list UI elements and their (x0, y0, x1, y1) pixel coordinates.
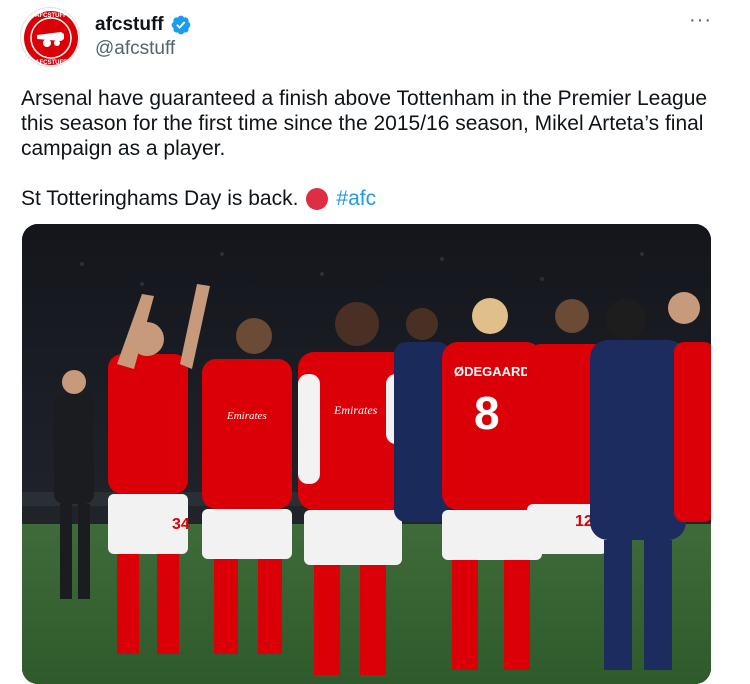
shirt-sponsor: Emirates (333, 403, 378, 417)
shirt-number-8: 8 (474, 387, 500, 439)
tweet-photo[interactable]: 34 Emirates Emirates ØDEGAARD 8 12 (22, 224, 711, 684)
shirt-sponsor: Emirates (226, 410, 267, 422)
shirt-number-34: 34 (172, 516, 190, 533)
more-options-icon[interactable]: ··· (689, 10, 712, 30)
display-name[interactable]: afcstuff (95, 14, 164, 36)
tweet-paragraph-2-text: St Totteringhams Day is back. (21, 187, 299, 210)
verified-badge-icon (171, 15, 191, 35)
author-name-row: afcstuff (95, 12, 192, 38)
svg-text:AFCSTUFF: AFCSTUFF (35, 60, 67, 66)
red-circle-icon (306, 187, 329, 210)
svg-text:AFCSTUFF: AFCSTUFF (35, 13, 67, 19)
player-name: ØDEGAARD (454, 364, 530, 379)
hashtag-link[interactable]: #afc (336, 186, 376, 211)
tweet-text: Arsenal have guaranteed a finish above T… (21, 86, 721, 211)
avatar[interactable]: AFCSTUFF AFCSTUFF (20, 7, 80, 67)
tweet-paragraph-1: Arsenal have guaranteed a finish above T… (21, 87, 708, 160)
afcstuff-logo-icon: AFCSTUFF AFCSTUFF (24, 11, 78, 66)
team-celebration-photo: 34 Emirates Emirates ØDEGAARD 8 12 (22, 224, 711, 684)
author-handle[interactable]: @afcstuff (95, 38, 175, 60)
tweet-card: AFCSTUFF AFCSTUFF afcstuff @afcstuff ···… (0, 0, 750, 684)
tweet-paragraph-2: St Totteringhams Day is back. #afc (21, 186, 721, 211)
